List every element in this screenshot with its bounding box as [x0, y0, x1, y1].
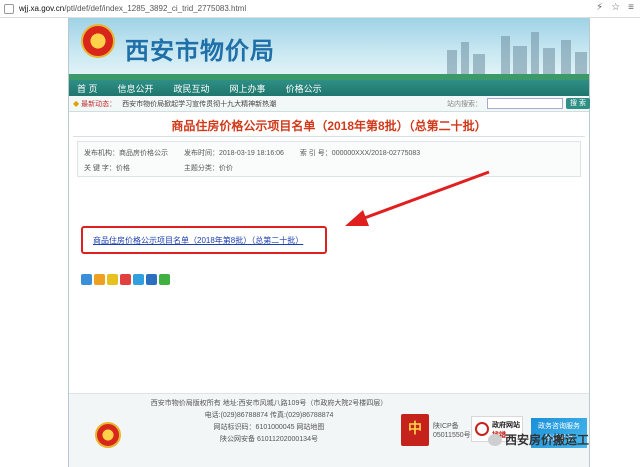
nav-item-online-service[interactable]: 网上办事 — [230, 82, 266, 95]
share-renren-icon[interactable] — [146, 274, 157, 285]
watermark: 西安房价搬运工 — [488, 431, 589, 448]
nav-item-info[interactable]: 信息公开 — [118, 82, 154, 95]
red-arrow-annotation-icon — [345, 170, 490, 226]
site-title: 西安市物价局 — [125, 37, 275, 65]
share-toolbar — [81, 274, 170, 285]
footer-phone: 电话:(029)86788874 传真:(029)86788874 — [204, 412, 334, 419]
article-meta-panel: 发布机构：商品房价格公示 发布时间：2018-03-19 18:16:06 索 … — [77, 141, 581, 177]
share-qzone-icon[interactable] — [81, 274, 92, 285]
price-list-document-link[interactable]: 商品住房价格公示项目名单（2018年第8批）（总第二十批） — [93, 235, 303, 246]
watermark-text: 西安房价搬运工 — [505, 433, 590, 447]
news-ticker-bar: ◆ 最新动态： 西安市物价局掀起学习宣传贯彻十九大精神新热潮 站内搜索： 搜 索 — [69, 96, 590, 112]
url-path: /ptl/def/def/index_1285_3892_ci_trid_277… — [64, 4, 247, 13]
nav-item-price-notice[interactable]: 价格公示 — [286, 82, 322, 95]
nav-item-interaction[interactable]: 政民互动 — [174, 82, 210, 95]
national-emblem-icon — [81, 24, 115, 58]
site-frame: 西安市物价局 首 页 信息公开 政民互动 网上办事 价格公示 ◆ 最新动态： 西… — [68, 18, 590, 467]
site-footer: 西安市物价局版权所有 地址:西安市风城八路109号（市政府大院2号楼四层） 电话… — [69, 393, 589, 467]
footer-emblem-icon — [95, 422, 121, 448]
nav-item-home[interactable]: 首 页 — [77, 82, 98, 95]
browser-address-bar[interactable]: wjj.xa.gov.cn/ptl/def/def/index_1285_389… — [0, 0, 640, 18]
menu-icon[interactable]: ≡ — [628, 2, 634, 13]
site-search-input[interactable] — [487, 98, 563, 109]
footer-police-record[interactable]: 陕公网安备 61011202000134号 — [149, 434, 389, 446]
footer-site-id[interactable]: 网站标识码：6101000045 网站地图 — [149, 422, 389, 434]
url-text[interactable]: wjj.xa.gov.cn/ptl/def/def/index_1285_389… — [19, 4, 246, 13]
share-weibo-icon[interactable] — [120, 274, 131, 285]
meta-publish-time: 发布时间：2018-03-19 18:16:06 — [183, 150, 284, 157]
search-button[interactable]: 搜 索 — [566, 98, 590, 109]
article-title: 商品住房价格公示项目名单（2018年第8批）（总第二十批） — [171, 119, 487, 133]
share-wechat-icon[interactable] — [159, 274, 170, 285]
meta-publisher: 发布机构：商品房价格公示 — [84, 150, 168, 157]
star-icon[interactable]: ☆ — [611, 2, 620, 13]
page-favicon-icon — [4, 3, 14, 14]
meta-category: 主题分类：价价 — [183, 165, 233, 172]
share-mail-icon[interactable] — [94, 274, 105, 285]
icp-line1: 陕ICP备 — [433, 423, 459, 430]
gov-badge-line1: 政府网站 — [492, 422, 520, 429]
party-gov-badge-icon[interactable]: 中 — [401, 414, 429, 446]
wechat-watermark-icon — [488, 433, 502, 446]
footer-copyright: 西安市物价局版权所有 地址:西安市风城八路109号（市政府大院2号楼四层） — [150, 400, 388, 407]
flash-icon[interactable]: ⚡ — [596, 2, 603, 13]
speaker-icon: ◆ — [73, 99, 80, 108]
meta-index-number: 索 引 号：000000XXX/2018-02775083 — [299, 150, 421, 157]
share-tqq-icon[interactable] — [133, 274, 144, 285]
city-skyline-icon — [439, 30, 589, 76]
url-domain: wjj.xa.gov.cn — [19, 4, 65, 13]
news-headline-link[interactable]: 西安市物价局掀起学习宣传贯彻十九大精神新热潮 — [122, 99, 276, 109]
magnifier-icon — [475, 422, 489, 436]
main-nav: 首 页 信息公开 政民互动 网上办事 价格公示 — [69, 80, 589, 96]
search-label: 站内搜索： — [447, 101, 482, 108]
news-label: 最新动态： — [81, 100, 117, 108]
site-banner: 西安市物价局 — [69, 18, 589, 80]
meta-keywords: 关 键 字：价格 — [84, 165, 130, 172]
title-divider — [73, 136, 585, 137]
share-star-icon[interactable] — [107, 274, 118, 285]
icp-line2: 05011550号 — [433, 432, 471, 439]
